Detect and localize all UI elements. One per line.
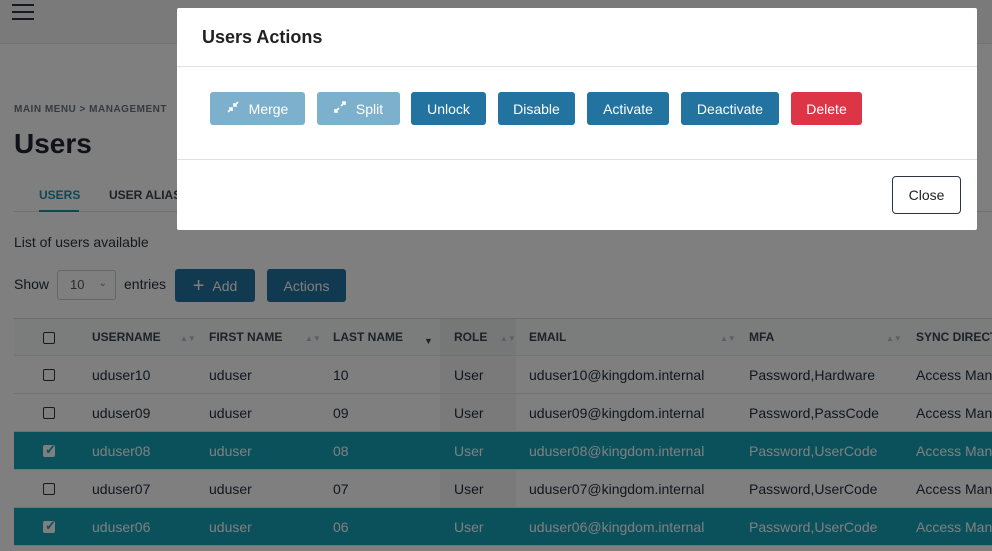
- modal-title: Users Actions: [202, 27, 323, 47]
- merge-label: Merge: [248, 100, 289, 117]
- deactivate-button[interactable]: Deactivate: [681, 92, 779, 125]
- modal-header: Users Actions: [177, 8, 977, 67]
- disable-button[interactable]: Disable: [498, 92, 575, 125]
- split-label: Split: [355, 100, 384, 117]
- modal-footer: Close: [177, 160, 977, 230]
- close-button[interactable]: Close: [892, 176, 961, 214]
- compress-arrows-icon: [227, 101, 239, 116]
- delete-button[interactable]: Delete: [791, 92, 862, 125]
- merge-button[interactable]: Merge: [210, 92, 305, 125]
- users-actions-modal: Users Actions Merge Split Unlock Disable…: [177, 8, 977, 230]
- activate-button[interactable]: Activate: [587, 92, 669, 125]
- unlock-button[interactable]: Unlock: [411, 92, 486, 125]
- split-button[interactable]: Split: [317, 92, 400, 125]
- modal-body: Merge Split Unlock Disable Activate Deac…: [177, 67, 977, 160]
- expand-arrows-icon: [334, 101, 346, 116]
